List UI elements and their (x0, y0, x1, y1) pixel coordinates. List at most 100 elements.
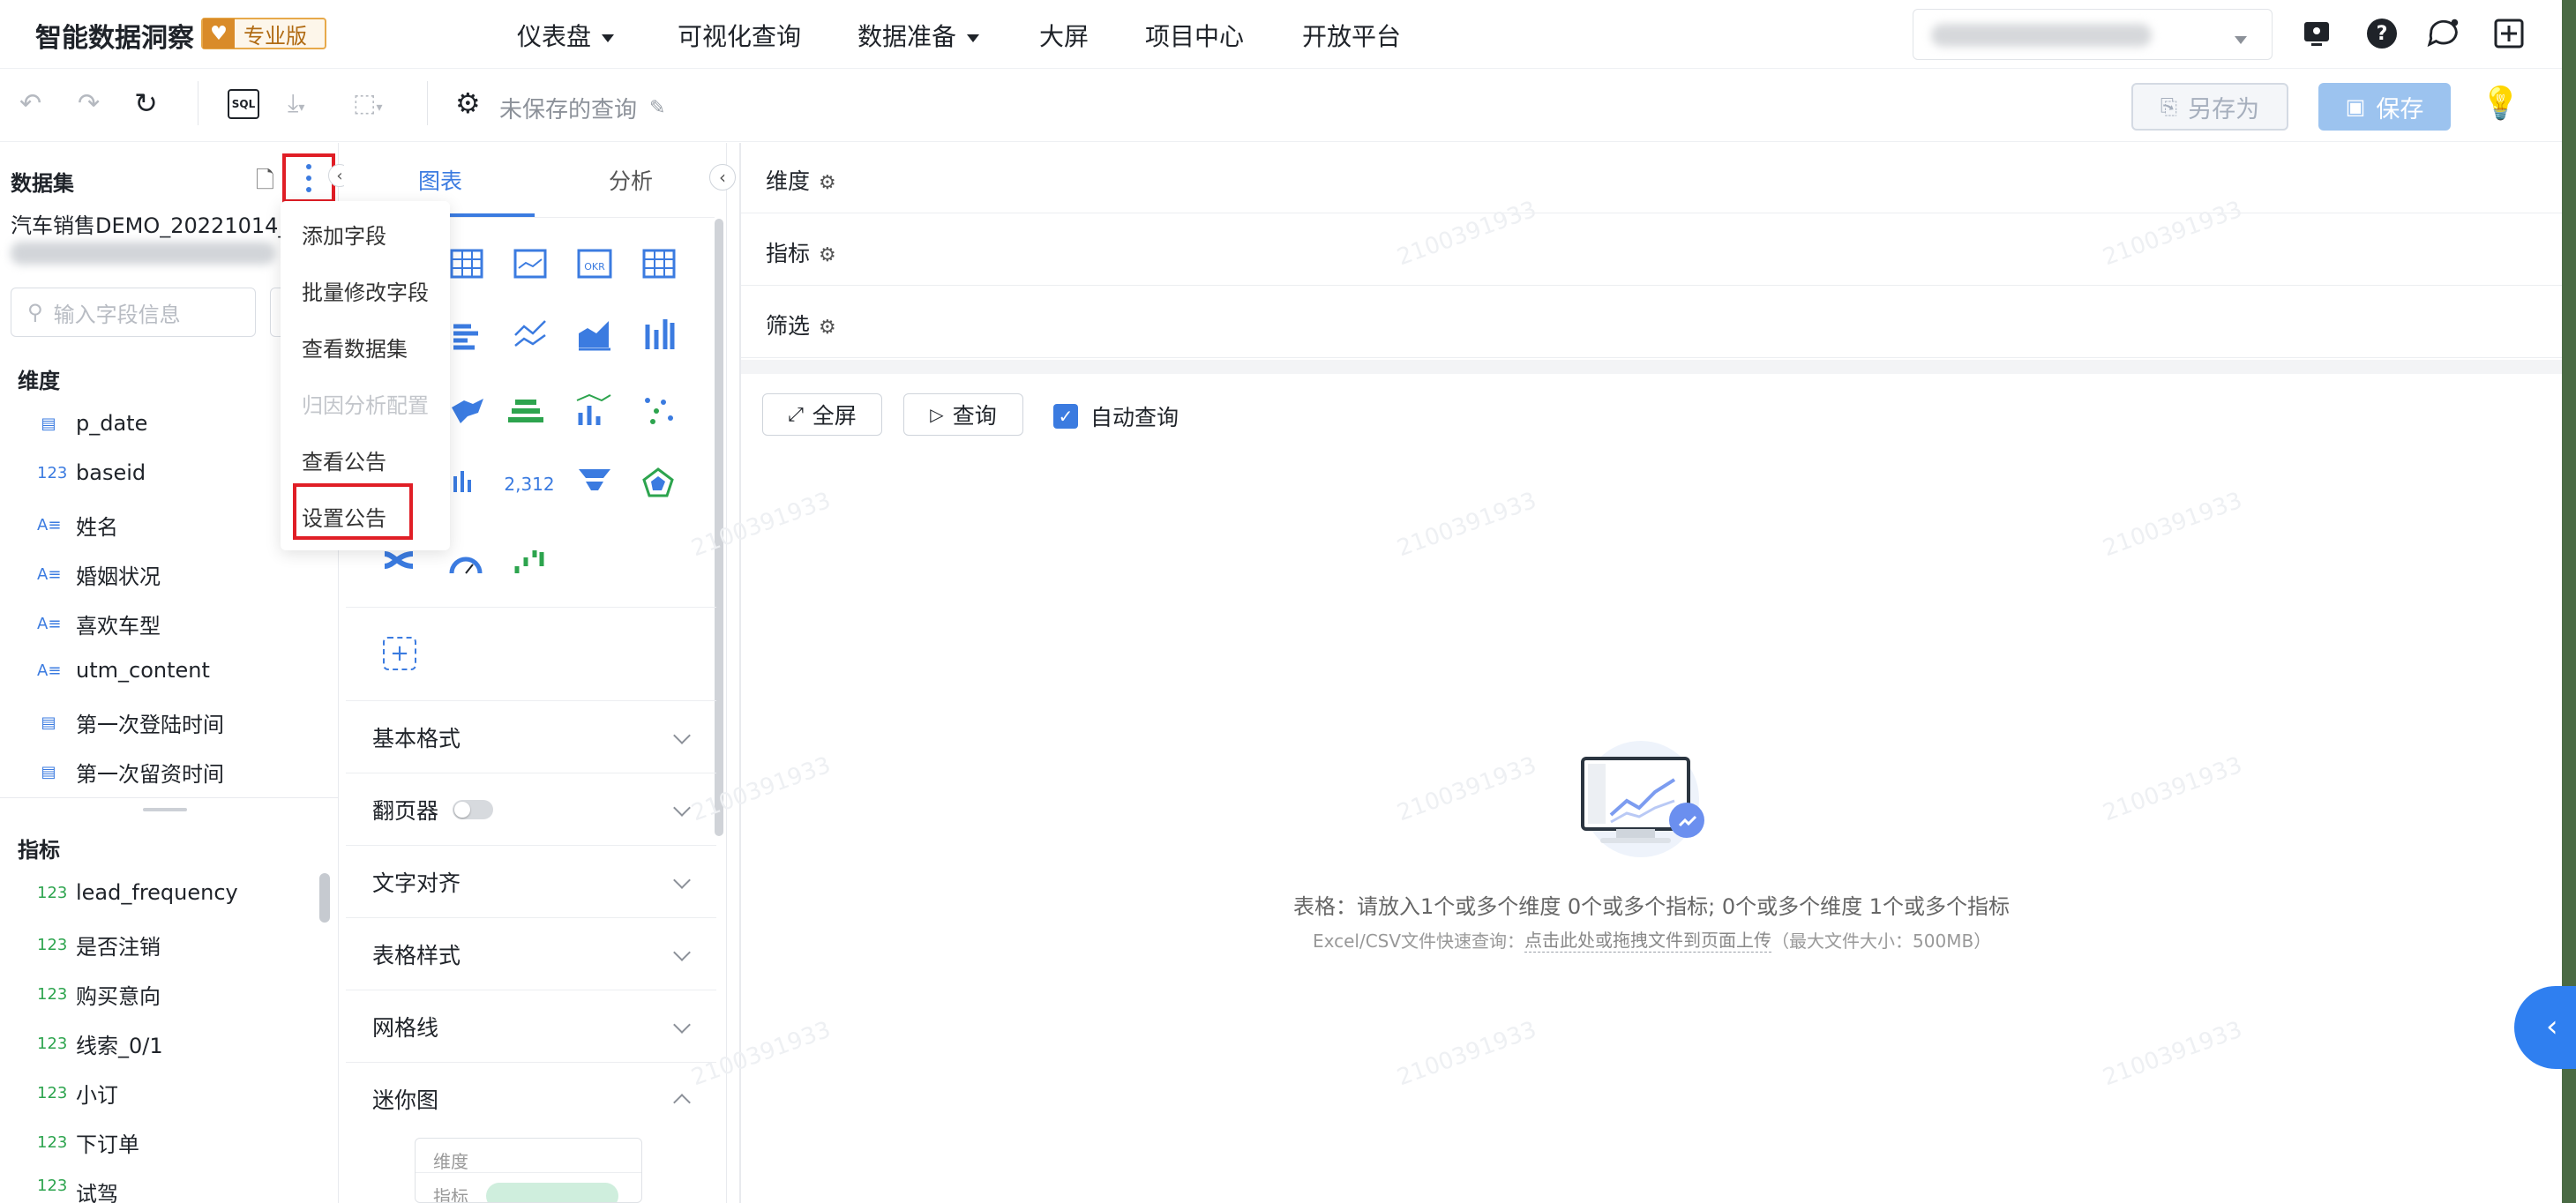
sql-icon[interactable]: SQL (228, 89, 259, 119)
mini-chart-config: 维度 指标 (415, 1138, 642, 1203)
metric-shelf[interactable]: 指标 ⚙ (741, 215, 2562, 286)
dimension-field[interactable]: A≡ 喜欢车型 (37, 609, 161, 639)
dimension-field[interactable]: ▤ 第一次登陆时间 (37, 707, 224, 738)
query-name[interactable]: 未保存的查询 ✎ (499, 92, 665, 124)
refresh-icon[interactable]: ↻ (134, 86, 158, 120)
add-chart-icon[interactable]: + (383, 637, 416, 670)
section-mini-chart[interactable]: 迷你图 (346, 1062, 716, 1134)
metric-field[interactable]: 123 下订单 (37, 1127, 139, 1158)
app-title: 智能数据洞察 (35, 23, 194, 54)
mini-metric-pill[interactable] (486, 1183, 618, 1202)
section-basic-format[interactable]: 基本格式 (346, 700, 716, 773)
nav-project-center[interactable]: 项目中心 (1145, 18, 1244, 53)
nav-data-prep[interactable]: 数据准备 (857, 18, 980, 53)
auto-query-checkbox[interactable]: ✓ 自动查询 (1053, 400, 1179, 432)
dimension-field[interactable]: A≡ 姓名 (37, 510, 118, 541)
fullscreen-button[interactable]: ⤢ 全屏 (762, 393, 882, 436)
save-icon: ▣ (2345, 94, 2366, 119)
save-button[interactable]: ▣ 保存 (2318, 83, 2451, 131)
text-icon: A≡ (37, 516, 62, 534)
metric-field[interactable]: 123 购买意向 (37, 979, 161, 1010)
tab-analysis[interactable]: 分析 (609, 164, 653, 196)
chat-icon[interactable] (2426, 16, 2461, 51)
expand-icon: ⤢ (788, 403, 804, 426)
section-text-align[interactable]: 文字对齐 (346, 845, 716, 917)
dimension-field[interactable]: ▤ 第一次留资时间 (37, 757, 224, 788)
watermark: 2100391933 (2099, 751, 2246, 827)
search-icon: ⚲ (27, 300, 43, 325)
dimension-field[interactable]: A≡ utm_content (37, 658, 210, 683)
separator (741, 360, 2562, 374)
menu-item-add-field[interactable]: 添加字段 (302, 219, 386, 250)
chevron-down-icon (2224, 31, 2247, 48)
field-search-input[interactable]: ⚲ 输入字段信息 (11, 288, 256, 337)
mini-metric-label: 指标 (433, 1186, 468, 1203)
metric-field[interactable]: 123 小订 (37, 1078, 118, 1109)
more-vertical-icon[interactable] (300, 161, 318, 196)
watermark: 2100391933 (1393, 1016, 1540, 1092)
dimension-field[interactable]: 123 baseid (37, 460, 146, 485)
section-paginator[interactable]: 翻页器 (346, 773, 716, 845)
empty-state-illustration (1581, 741, 1704, 857)
settings-icon[interactable]: ⚙ (455, 86, 481, 120)
dimension-shelf[interactable]: 维度 ⚙ (741, 143, 2562, 213)
waterfall-icon (514, 550, 544, 573)
sankey-icon (384, 551, 414, 569)
switch-dataset-icon[interactable]: 🗋 (256, 164, 274, 203)
metric-field[interactable]: 123 lead_frequency (37, 880, 238, 905)
redo-icon[interactable]: ↷ (78, 88, 100, 119)
side-drawer-toggle[interactable]: ‹ (2514, 986, 2576, 1069)
nav-visual-query[interactable]: 可视化查询 (678, 18, 801, 53)
save-as-icon: ⎘ (2160, 94, 2178, 119)
gear-icon[interactable]: ⚙ (819, 244, 836, 266)
upload-link[interactable]: 点击此处或拖拽文件到页面上传 (1524, 926, 1772, 953)
nav-open-platform[interactable]: 开放平台 (1302, 18, 1401, 53)
edit-icon[interactable]: ✎ (649, 97, 665, 119)
add-window-icon[interactable] (2491, 16, 2527, 51)
help-icon[interactable]: ? (2364, 16, 2400, 51)
lightbulb-icon[interactable]: 💡 (2481, 85, 2520, 122)
account-name-redacted (1931, 24, 2152, 47)
dataset-title: 数据集 (11, 171, 74, 196)
chevron-down-icon (673, 1016, 691, 1034)
bar-small-icon (453, 471, 471, 492)
chevron-left-icon: ‹ (2546, 1009, 2558, 1044)
download-icon[interactable]: ⤓▾ (288, 88, 304, 118)
section-grid-lines[interactable]: 网格线 (346, 990, 716, 1062)
undo-icon[interactable]: ↶ (19, 88, 41, 119)
nav-big-screen[interactable]: 大屏 (1039, 18, 1089, 53)
metric-field[interactable]: 123 试驾 (37, 1177, 118, 1203)
resize-handle[interactable] (143, 808, 187, 811)
dataset-path-redacted (11, 242, 275, 265)
save-as-button[interactable]: ⎘ 另存为 (2131, 83, 2288, 131)
nav-dashboard[interactable]: 仪表盘 (517, 18, 615, 53)
paginator-toggle[interactable] (453, 799, 494, 819)
account-select[interactable] (1913, 9, 2273, 60)
date-icon: ▤ (41, 414, 56, 433)
metric-field[interactable]: 123 是否注销 (37, 930, 161, 960)
dimension-field[interactable]: A≡ 婚姻状况 (37, 559, 161, 590)
export-icon[interactable]: ⬚▾ (353, 88, 383, 117)
query-button[interactable]: ▷ 查询 (903, 393, 1023, 436)
gear-icon[interactable]: ⚙ (819, 317, 836, 339)
checkbox-checked-icon[interactable]: ✓ (1053, 404, 1078, 429)
number-icon: 123 (37, 1133, 68, 1152)
map-icon (452, 399, 483, 423)
menu-item-view-notice[interactable]: 查看公告 (302, 445, 386, 475)
caret-down-icon (602, 34, 615, 42)
menu-item-batch-edit-fields[interactable]: 批量修改字段 (302, 275, 429, 306)
set-notice-highlight (293, 483, 413, 540)
collapse-panel-icon[interactable]: ‹ (709, 164, 736, 191)
menu-item-view-dataset[interactable]: 查看数据集 (302, 332, 408, 362)
tab-chart[interactable]: 图表 (418, 164, 462, 196)
gear-icon[interactable]: ⚙ (819, 172, 836, 194)
menu-item-attribution-config: 归因分析配置 (302, 393, 429, 418)
scrollbar[interactable] (319, 873, 330, 923)
section-table-style[interactable]: 表格样式 (346, 917, 716, 990)
monitor-icon[interactable] (2299, 16, 2334, 51)
metric-field[interactable]: 123 线索_0/1 (37, 1028, 163, 1059)
caret-down-icon (967, 34, 980, 42)
filter-shelf[interactable]: 筛选 ⚙ (741, 288, 2562, 358)
dimension-field[interactable]: ▤ p_date (37, 411, 147, 436)
dataset-name[interactable]: 汽车销售DEMO_20221014_1 (11, 208, 286, 239)
